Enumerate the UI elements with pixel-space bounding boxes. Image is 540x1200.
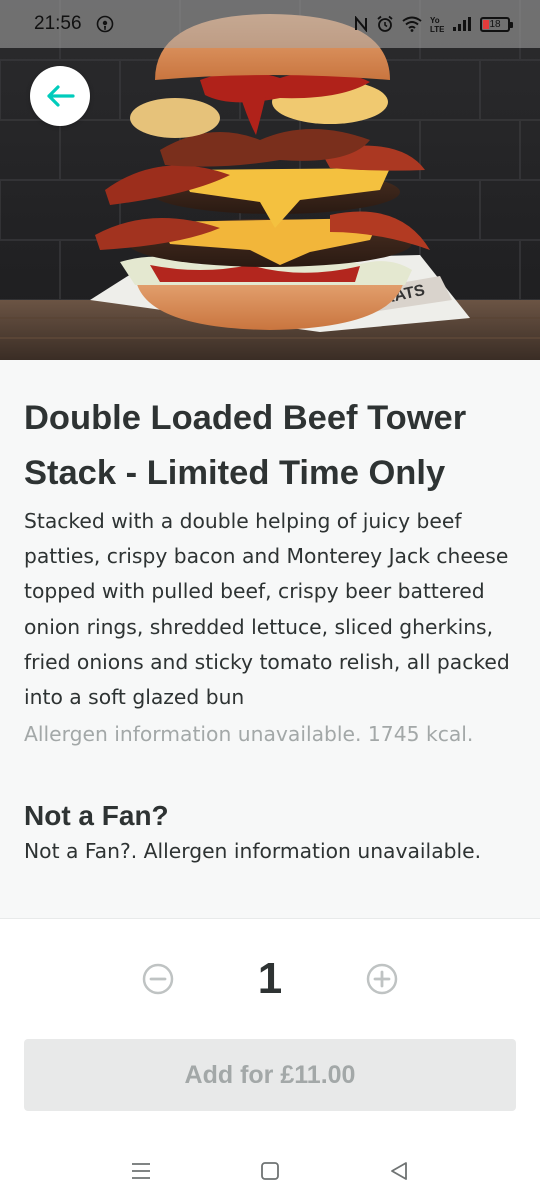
home-icon bbox=[261, 1162, 279, 1180]
podcast-icon bbox=[96, 15, 114, 33]
menu-nav-button[interactable] bbox=[124, 1154, 158, 1188]
option-section-subtitle: Not a Fan?. Allergen information unavail… bbox=[24, 839, 482, 864]
arrow-left-icon bbox=[47, 85, 75, 107]
product-description: Stacked with a double helping of juicy b… bbox=[24, 509, 510, 710]
product-details: Double Loaded Beef Tower Stack - Limited… bbox=[0, 360, 540, 918]
status-bar: 21:56 Yo LTE 18 bbox=[0, 0, 540, 48]
order-footer: 1 Add for £11.00 bbox=[0, 918, 540, 1140]
system-nav-bar bbox=[0, 1140, 540, 1200]
alarm-icon bbox=[376, 15, 394, 33]
status-time: 21:56 bbox=[34, 13, 82, 34]
minus-circle-icon bbox=[142, 963, 174, 995]
allergen-info: Allergen information unavailable. 1745 k… bbox=[24, 722, 474, 747]
nfc-icon bbox=[354, 16, 368, 32]
battery-icon: 18 bbox=[480, 16, 513, 32]
back-button[interactable] bbox=[30, 66, 90, 126]
option-section-title: Not a Fan? bbox=[24, 800, 169, 832]
svg-text:LTE: LTE bbox=[430, 25, 444, 33]
svg-text:Yo: Yo bbox=[430, 16, 440, 25]
plus-circle-icon bbox=[366, 963, 398, 995]
signal-icon bbox=[452, 16, 472, 32]
back-icon bbox=[391, 1162, 407, 1180]
home-nav-button[interactable] bbox=[253, 1154, 287, 1188]
add-to-basket-button[interactable]: Add for £11.00 bbox=[24, 1039, 516, 1111]
hero-image: SKATS bbox=[0, 0, 540, 360]
product-title: Double Loaded Beef Tower Stack - Limited… bbox=[24, 399, 467, 492]
increase-quantity-button[interactable] bbox=[366, 963, 398, 995]
wifi-icon bbox=[402, 16, 422, 32]
menu-icon bbox=[132, 1163, 150, 1179]
back-nav-button[interactable] bbox=[382, 1154, 416, 1188]
volte-icon: Yo LTE bbox=[430, 15, 444, 33]
quantity-value: 1 bbox=[257, 954, 283, 1003]
decrease-quantity-button[interactable] bbox=[142, 963, 174, 995]
quantity-stepper: 1 bbox=[0, 953, 540, 1005]
